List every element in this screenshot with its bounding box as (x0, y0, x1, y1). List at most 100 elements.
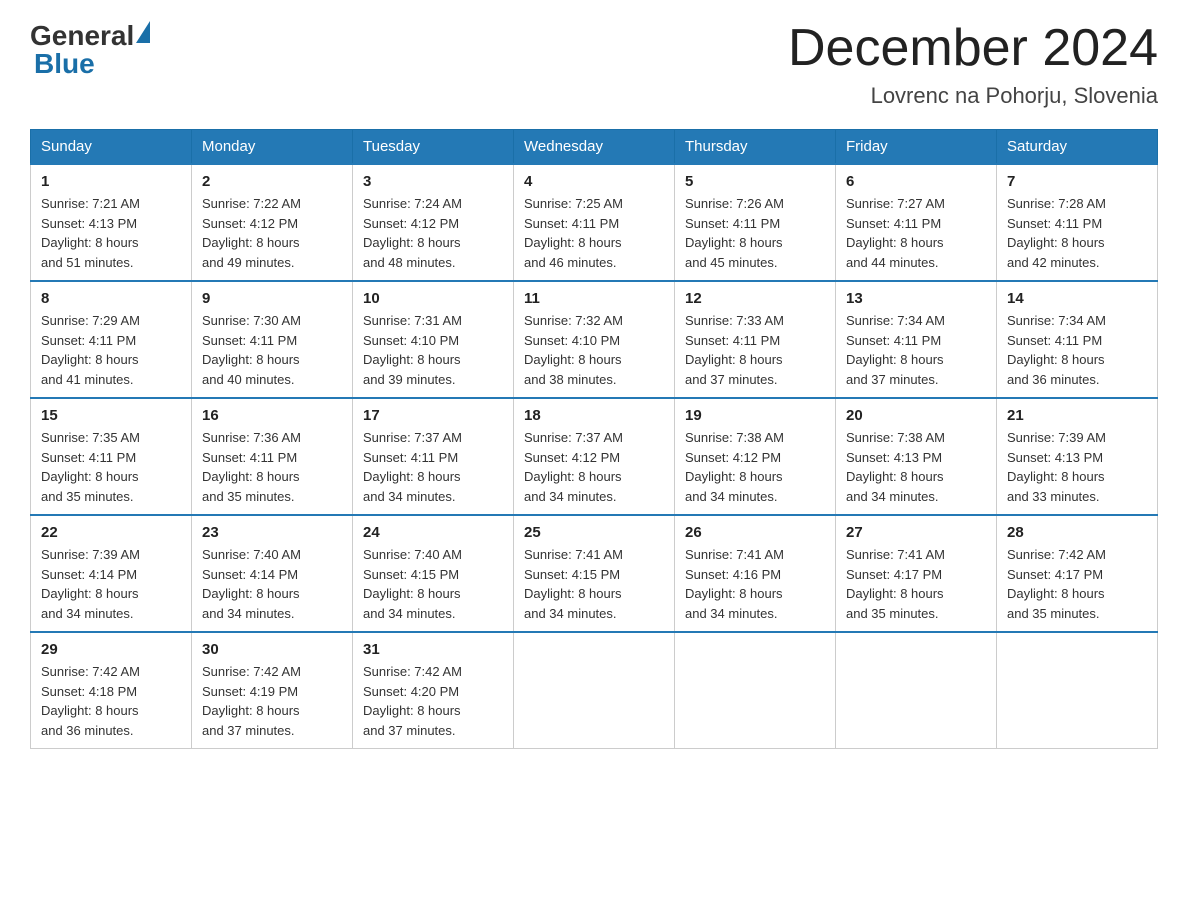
page-header: General Blue December 2024 Lovrenc na Po… (30, 20, 1158, 109)
day-number: 15 (41, 407, 181, 424)
day-info: Sunrise: 7:42 AMSunset: 4:18 PMDaylight:… (41, 664, 140, 738)
calendar-week-row: 1 Sunrise: 7:21 AMSunset: 4:13 PMDayligh… (31, 164, 1158, 281)
calendar-cell: 4 Sunrise: 7:25 AMSunset: 4:11 PMDayligh… (514, 164, 675, 281)
calendar-cell: 8 Sunrise: 7:29 AMSunset: 4:11 PMDayligh… (31, 281, 192, 398)
calendar-cell: 19 Sunrise: 7:38 AMSunset: 4:12 PMDaylig… (675, 398, 836, 515)
day-number: 23 (202, 524, 342, 541)
day-number: 28 (1007, 524, 1147, 541)
column-header-monday: Monday (192, 130, 353, 165)
day-number: 1 (41, 173, 181, 190)
day-number: 4 (524, 173, 664, 190)
day-info: Sunrise: 7:39 AMSunset: 4:14 PMDaylight:… (41, 547, 140, 621)
day-number: 11 (524, 290, 664, 307)
calendar-cell: 3 Sunrise: 7:24 AMSunset: 4:12 PMDayligh… (353, 164, 514, 281)
calendar-subtitle: Lovrenc na Pohorju, Slovenia (788, 83, 1158, 109)
day-number: 2 (202, 173, 342, 190)
calendar-cell: 23 Sunrise: 7:40 AMSunset: 4:14 PMDaylig… (192, 515, 353, 632)
column-header-wednesday: Wednesday (514, 130, 675, 165)
logo: General Blue (30, 20, 150, 80)
calendar-cell: 29 Sunrise: 7:42 AMSunset: 4:18 PMDaylig… (31, 632, 192, 749)
day-number: 12 (685, 290, 825, 307)
calendar-cell (997, 632, 1158, 749)
calendar-cell: 27 Sunrise: 7:41 AMSunset: 4:17 PMDaylig… (836, 515, 997, 632)
calendar-cell: 12 Sunrise: 7:33 AMSunset: 4:11 PMDaylig… (675, 281, 836, 398)
day-info: Sunrise: 7:30 AMSunset: 4:11 PMDaylight:… (202, 313, 301, 387)
day-info: Sunrise: 7:42 AMSunset: 4:20 PMDaylight:… (363, 664, 462, 738)
day-info: Sunrise: 7:40 AMSunset: 4:14 PMDaylight:… (202, 547, 301, 621)
calendar-cell: 16 Sunrise: 7:36 AMSunset: 4:11 PMDaylig… (192, 398, 353, 515)
column-header-saturday: Saturday (997, 130, 1158, 165)
day-info: Sunrise: 7:24 AMSunset: 4:12 PMDaylight:… (363, 196, 462, 270)
day-info: Sunrise: 7:31 AMSunset: 4:10 PMDaylight:… (363, 313, 462, 387)
calendar-cell: 30 Sunrise: 7:42 AMSunset: 4:19 PMDaylig… (192, 632, 353, 749)
calendar-table: SundayMondayTuesdayWednesdayThursdayFrid… (30, 129, 1158, 749)
calendar-cell (514, 632, 675, 749)
day-info: Sunrise: 7:39 AMSunset: 4:13 PMDaylight:… (1007, 430, 1106, 504)
day-info: Sunrise: 7:42 AMSunset: 4:19 PMDaylight:… (202, 664, 301, 738)
day-number: 5 (685, 173, 825, 190)
calendar-cell: 14 Sunrise: 7:34 AMSunset: 4:11 PMDaylig… (997, 281, 1158, 398)
calendar-header-row: SundayMondayTuesdayWednesdayThursdayFrid… (31, 130, 1158, 165)
day-number: 19 (685, 407, 825, 424)
calendar-cell: 28 Sunrise: 7:42 AMSunset: 4:17 PMDaylig… (997, 515, 1158, 632)
day-number: 22 (41, 524, 181, 541)
day-info: Sunrise: 7:41 AMSunset: 4:15 PMDaylight:… (524, 547, 623, 621)
calendar-cell: 9 Sunrise: 7:30 AMSunset: 4:11 PMDayligh… (192, 281, 353, 398)
day-number: 26 (685, 524, 825, 541)
day-info: Sunrise: 7:25 AMSunset: 4:11 PMDaylight:… (524, 196, 623, 270)
calendar-week-row: 8 Sunrise: 7:29 AMSunset: 4:11 PMDayligh… (31, 281, 1158, 398)
day-number: 13 (846, 290, 986, 307)
day-info: Sunrise: 7:40 AMSunset: 4:15 PMDaylight:… (363, 547, 462, 621)
day-info: Sunrise: 7:37 AMSunset: 4:11 PMDaylight:… (363, 430, 462, 504)
day-number: 25 (524, 524, 664, 541)
column-header-thursday: Thursday (675, 130, 836, 165)
day-info: Sunrise: 7:27 AMSunset: 4:11 PMDaylight:… (846, 196, 945, 270)
day-info: Sunrise: 7:36 AMSunset: 4:11 PMDaylight:… (202, 430, 301, 504)
calendar-cell: 1 Sunrise: 7:21 AMSunset: 4:13 PMDayligh… (31, 164, 192, 281)
calendar-title: December 2024 (788, 20, 1158, 77)
day-info: Sunrise: 7:34 AMSunset: 4:11 PMDaylight:… (1007, 313, 1106, 387)
day-number: 10 (363, 290, 503, 307)
day-number: 16 (202, 407, 342, 424)
day-info: Sunrise: 7:33 AMSunset: 4:11 PMDaylight:… (685, 313, 784, 387)
day-info: Sunrise: 7:41 AMSunset: 4:16 PMDaylight:… (685, 547, 784, 621)
calendar-cell: 15 Sunrise: 7:35 AMSunset: 4:11 PMDaylig… (31, 398, 192, 515)
day-info: Sunrise: 7:29 AMSunset: 4:11 PMDaylight:… (41, 313, 140, 387)
calendar-cell (836, 632, 997, 749)
calendar-cell: 2 Sunrise: 7:22 AMSunset: 4:12 PMDayligh… (192, 164, 353, 281)
day-number: 31 (363, 641, 503, 658)
day-number: 18 (524, 407, 664, 424)
calendar-cell: 10 Sunrise: 7:31 AMSunset: 4:10 PMDaylig… (353, 281, 514, 398)
column-header-friday: Friday (836, 130, 997, 165)
calendar-cell: 7 Sunrise: 7:28 AMSunset: 4:11 PMDayligh… (997, 164, 1158, 281)
calendar-cell: 11 Sunrise: 7:32 AMSunset: 4:10 PMDaylig… (514, 281, 675, 398)
day-info: Sunrise: 7:22 AMSunset: 4:12 PMDaylight:… (202, 196, 301, 270)
day-number: 17 (363, 407, 503, 424)
day-info: Sunrise: 7:32 AMSunset: 4:10 PMDaylight:… (524, 313, 623, 387)
day-info: Sunrise: 7:21 AMSunset: 4:13 PMDaylight:… (41, 196, 140, 270)
day-info: Sunrise: 7:28 AMSunset: 4:11 PMDaylight:… (1007, 196, 1106, 270)
calendar-cell: 20 Sunrise: 7:38 AMSunset: 4:13 PMDaylig… (836, 398, 997, 515)
day-number: 29 (41, 641, 181, 658)
column-header-tuesday: Tuesday (353, 130, 514, 165)
calendar-cell: 5 Sunrise: 7:26 AMSunset: 4:11 PMDayligh… (675, 164, 836, 281)
day-number: 3 (363, 173, 503, 190)
calendar-cell: 26 Sunrise: 7:41 AMSunset: 4:16 PMDaylig… (675, 515, 836, 632)
day-info: Sunrise: 7:34 AMSunset: 4:11 PMDaylight:… (846, 313, 945, 387)
day-number: 21 (1007, 407, 1147, 424)
day-info: Sunrise: 7:26 AMSunset: 4:11 PMDaylight:… (685, 196, 784, 270)
calendar-cell: 24 Sunrise: 7:40 AMSunset: 4:15 PMDaylig… (353, 515, 514, 632)
calendar-cell: 6 Sunrise: 7:27 AMSunset: 4:11 PMDayligh… (836, 164, 997, 281)
calendar-week-row: 22 Sunrise: 7:39 AMSunset: 4:14 PMDaylig… (31, 515, 1158, 632)
day-number: 20 (846, 407, 986, 424)
calendar-cell: 31 Sunrise: 7:42 AMSunset: 4:20 PMDaylig… (353, 632, 514, 749)
day-info: Sunrise: 7:38 AMSunset: 4:12 PMDaylight:… (685, 430, 784, 504)
day-number: 14 (1007, 290, 1147, 307)
calendar-cell: 18 Sunrise: 7:37 AMSunset: 4:12 PMDaylig… (514, 398, 675, 515)
day-info: Sunrise: 7:35 AMSunset: 4:11 PMDaylight:… (41, 430, 140, 504)
logo-triangle-icon (136, 21, 150, 43)
day-number: 9 (202, 290, 342, 307)
day-number: 27 (846, 524, 986, 541)
title-section: December 2024 Lovrenc na Pohorju, Sloven… (788, 20, 1158, 109)
calendar-cell (675, 632, 836, 749)
